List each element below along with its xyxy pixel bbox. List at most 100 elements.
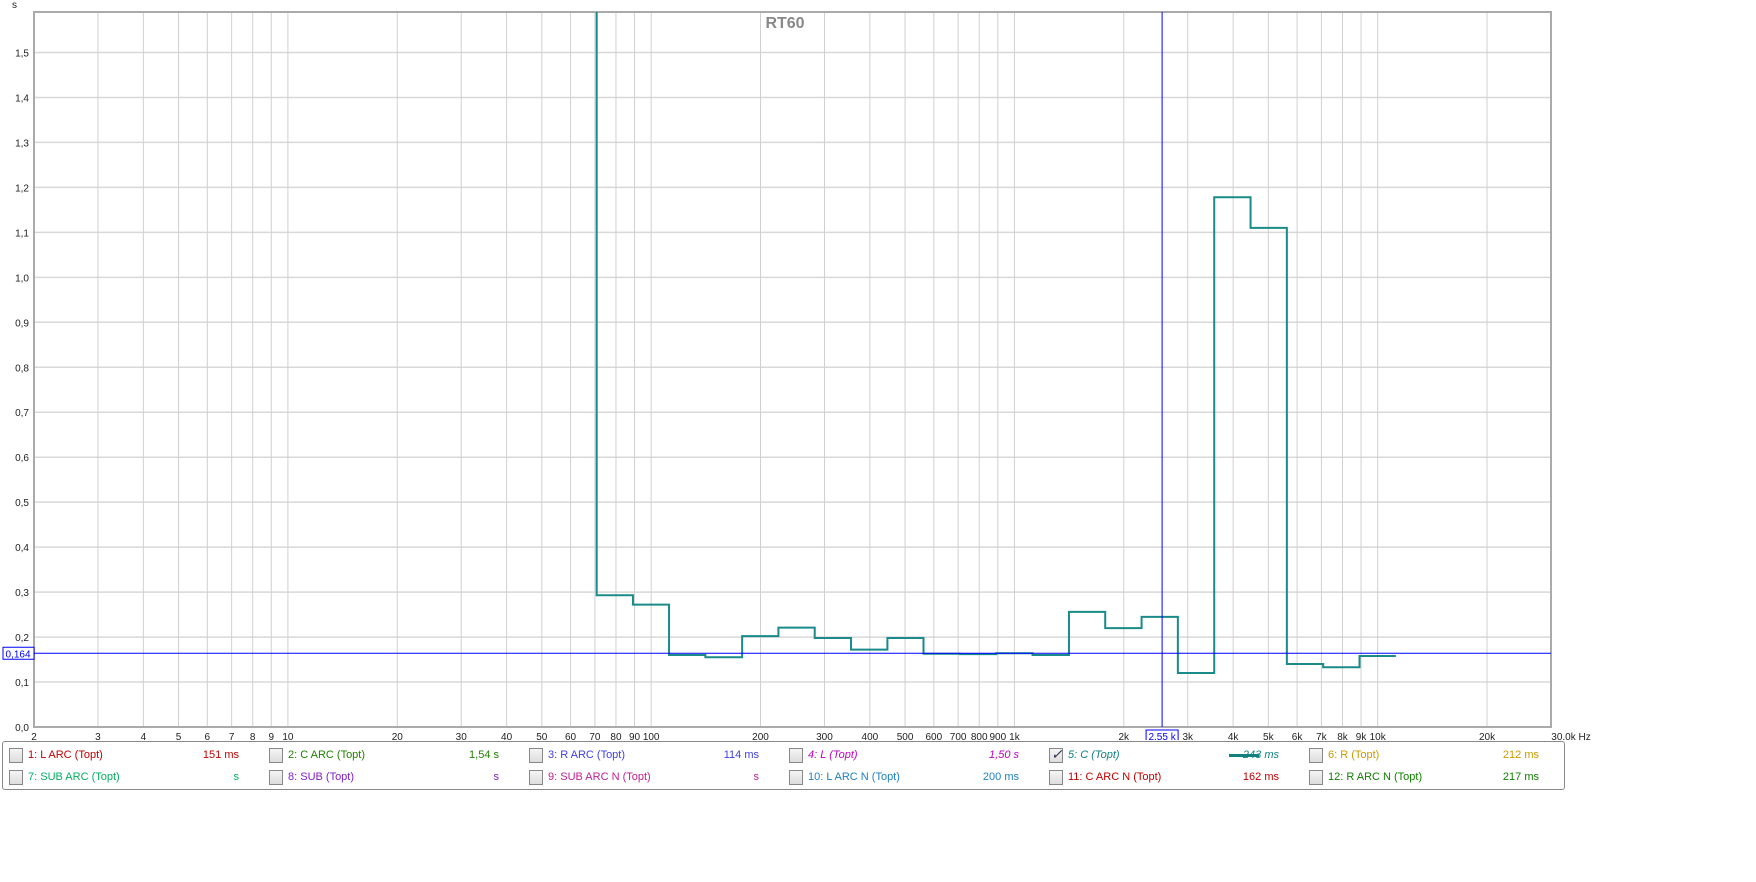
legend-label: 5: C (Topt) [1068, 749, 1120, 761]
x-tick-label: 200 [752, 732, 769, 740]
cursor-y-readout: 0,164 [5, 649, 30, 660]
x-tick-label: 60 [565, 732, 577, 740]
legend-value: s [493, 771, 500, 783]
x-tick-label: 2k [1118, 732, 1130, 740]
x-tick-label: 800 [971, 732, 988, 740]
legend-checkbox[interactable] [9, 747, 23, 763]
x-tick-label: 900 [989, 732, 1006, 740]
x-tick-label: 500 [897, 732, 914, 740]
y-tick-label: 1,3 [15, 138, 29, 149]
legend-entry[interactable]: 6: R (Topt) 212 ms [1309, 745, 1567, 765]
legend-entry[interactable]: 9: SUB ARC N (Topt) s [529, 767, 787, 787]
legend-checkbox[interactable] [789, 769, 803, 785]
x-tick-label: 8k [1337, 732, 1349, 740]
legend-label: 3: R ARC (Topt) [548, 749, 626, 761]
legend-checkbox[interactable] [269, 747, 283, 763]
x-tick-label: 7k [1316, 732, 1328, 740]
legend-entry[interactable]: 8: SUB (Topt) s [269, 767, 527, 787]
y-tick-label: 0,4 [15, 543, 29, 554]
y-tick-label: 1,2 [15, 183, 29, 194]
x-tick-label: 4 [141, 732, 147, 740]
legend-label: 9: SUB ARC N (Topt) [548, 771, 651, 783]
x-tick-label: 3 [95, 732, 101, 740]
x-tick-label: 4k [1228, 732, 1240, 740]
legend-entry[interactable]: 4: L (Topt) 1,50 s [789, 745, 1047, 765]
legend-value: s [753, 771, 760, 783]
chart-title: RT60 [765, 15, 804, 32]
x-tick-label: 2 [31, 732, 37, 740]
legend-checkbox[interactable] [1049, 769, 1063, 785]
x-tick-label: 6 [205, 732, 211, 740]
legend-value: 151 ms [202, 749, 239, 761]
y-tick-label: 0,0 [15, 723, 29, 734]
legend-label: 7: SUB ARC (Topt) [28, 771, 120, 783]
x-tick-label: 7 [229, 732, 235, 740]
legend-value: 162 ms [1242, 771, 1279, 783]
legend-checkbox[interactable] [269, 769, 283, 785]
rt60-chart[interactable]: RT60 s 0,0 0,1 0,2 0,3 0,4 0,5 0,6 0,7 0,8 0,9 1,0… [0, 0, 1756, 740]
x-tick-label: 5k [1263, 732, 1275, 740]
x-tick-label: 5 [176, 732, 182, 740]
y-tick-label: 1,4 [15, 93, 29, 104]
x-tick-label: 30 [456, 732, 468, 740]
y-tick-label: 1,1 [15, 228, 29, 239]
legend-value: 200 ms [982, 771, 1019, 783]
legend-entry[interactable]: 12: R ARC N (Topt) 217 ms [1309, 767, 1567, 787]
legend-entry[interactable]: 7: SUB ARC (Topt) s [9, 767, 267, 787]
x-tick-label: 40 [501, 732, 513, 740]
y-tick-label: 0,1 [15, 678, 29, 689]
legend-checkbox[interactable] [1049, 746, 1063, 763]
y-tick-label: 0,8 [15, 363, 29, 374]
y-tick-label: 0,3 [15, 588, 29, 599]
legend-entry[interactable]: 11: C ARC N (Topt) 162 ms [1049, 767, 1307, 787]
legend-entry[interactable]: 2: C ARC (Topt) 1,54 s [269, 745, 527, 765]
x-tick-label: 3k [1182, 732, 1194, 740]
legend-value: 114 ms [723, 749, 759, 761]
x-tick-label: 10k [1370, 732, 1387, 740]
x-tick-label: 8 [250, 732, 256, 740]
legend-value: 217 ms [1502, 771, 1539, 783]
x-tick-label: 20 [392, 732, 404, 740]
legend-checkbox[interactable] [1309, 747, 1323, 763]
x-tick-label: 400 [862, 732, 879, 740]
x-axis-ticks: 2 3 4 5 6 7 8 9 10 20 30 40 50 60 70 80 90 100 200 300 400 50… [31, 732, 1591, 740]
y-tick-label: 1,0 [15, 273, 29, 284]
legend-entry[interactable]: 10: L ARC N (Topt) 200 ms [789, 767, 1047, 787]
legend-entry[interactable]: 5: C (Topt) 243 ms [1049, 745, 1307, 765]
plot-frame [33, 11, 1552, 728]
y-tick-label: 0,9 [15, 318, 29, 329]
cursor-x-readout: 2,55 k [1148, 732, 1176, 740]
legend-label: 6: R (Topt) [1328, 749, 1380, 761]
x-tick-label: 50 [536, 732, 548, 740]
legend-value: 1,54 s [469, 749, 499, 761]
legend-label: 1: L ARC (Topt) [28, 749, 103, 761]
legend-checkbox[interactable] [9, 769, 23, 785]
legend-label: 12: R ARC N (Topt) [1328, 771, 1423, 783]
grid [33, 12, 1552, 728]
x-tick-label: 600 [925, 732, 942, 740]
x-tick-label: 100 [643, 732, 660, 740]
legend-label: 4: L (Topt) [808, 749, 858, 761]
series-5-c-topt [595, 12, 1396, 675]
x-tick-label: 30,0k Hz [1551, 732, 1590, 740]
legend-value: s [233, 771, 240, 783]
legend-checkbox[interactable] [529, 747, 543, 763]
legend-checkbox[interactable] [789, 747, 803, 763]
legend-entry[interactable]: 1: L ARC (Topt) 151 ms [9, 745, 267, 765]
x-tick-label: 20k [1479, 732, 1496, 740]
legend-checkbox[interactable] [1309, 769, 1323, 785]
legend-entry[interactable]: 3: R ARC (Topt) 114 ms [529, 745, 787, 765]
x-tick-label: 1k [1009, 732, 1021, 740]
legend-checkbox[interactable] [529, 769, 543, 785]
legend-label: 11: C ARC N (Topt) [1068, 771, 1162, 783]
legend-label: 10: L ARC N (Topt) [808, 771, 900, 783]
x-tick-label: 9k [1356, 732, 1368, 740]
x-tick-label: 80 [610, 732, 622, 740]
legend-label: 8: SUB (Topt) [288, 771, 355, 783]
y-tick-label: 1,5 [15, 48, 29, 59]
cursor[interactable]: 2,55 k0,164 [2, 12, 1551, 740]
x-tick-label: 70 [589, 732, 601, 740]
y-tick-label: 0,2 [15, 633, 29, 644]
x-tick-label: 6k [1292, 732, 1304, 740]
legend-value: 212 ms [1502, 749, 1539, 761]
